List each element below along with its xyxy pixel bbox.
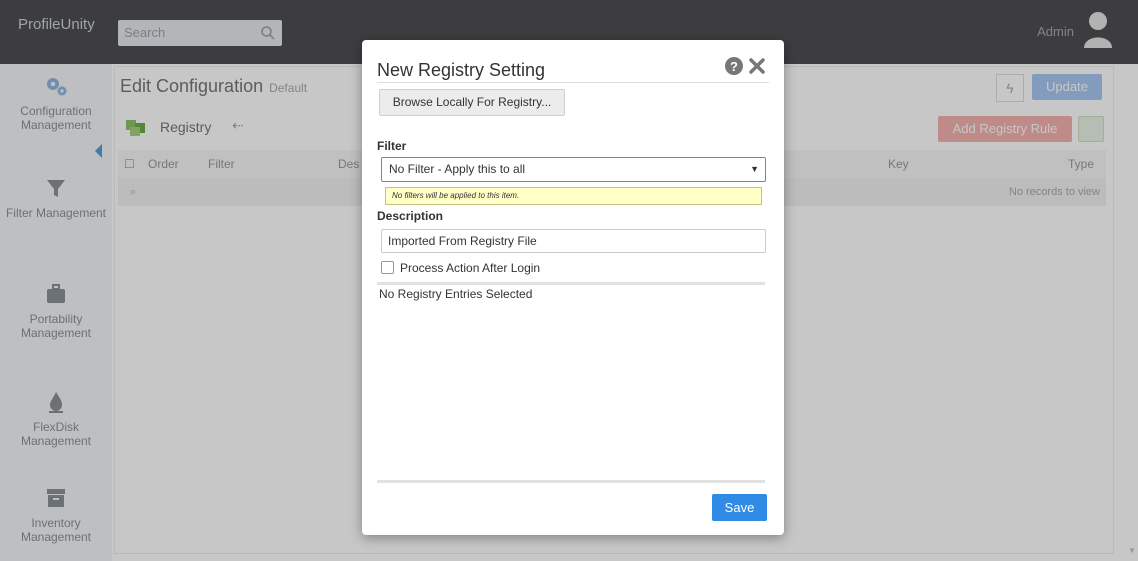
browse-registry-button[interactable]: Browse Locally For Registry... — [379, 89, 565, 116]
help-icon[interactable]: ? — [724, 56, 744, 76]
process-after-login-row[interactable]: Process Action After Login — [381, 261, 540, 275]
filter-hint: No filters will be applied to this item. — [385, 187, 762, 205]
description-input[interactable] — [381, 229, 766, 253]
close-icon[interactable] — [748, 57, 766, 75]
save-button[interactable]: Save — [712, 494, 767, 521]
filter-selected-value: No Filter - Apply this to all — [389, 162, 526, 176]
filter-select[interactable]: No Filter - Apply this to all ▼ — [381, 157, 766, 182]
process-after-login-checkbox[interactable] — [381, 261, 394, 274]
registry-entries-panel[interactable]: No Registry Entries Selected — [377, 282, 765, 483]
svg-text:?: ? — [730, 59, 738, 74]
description-label: Description — [377, 209, 444, 223]
scroll-down-arrow[interactable]: ▼ — [1128, 546, 1136, 555]
chevron-down-icon: ▼ — [750, 164, 759, 174]
filter-label: Filter — [377, 139, 407, 153]
dialog-title: New Registry Setting — [377, 60, 546, 80]
entries-empty-text: No Registry Entries Selected — [379, 287, 533, 301]
process-after-login-label: Process Action After Login — [400, 261, 541, 275]
new-registry-setting-dialog: New Registry Setting ? Browse Locally Fo… — [362, 40, 784, 535]
divider — [377, 82, 769, 83]
